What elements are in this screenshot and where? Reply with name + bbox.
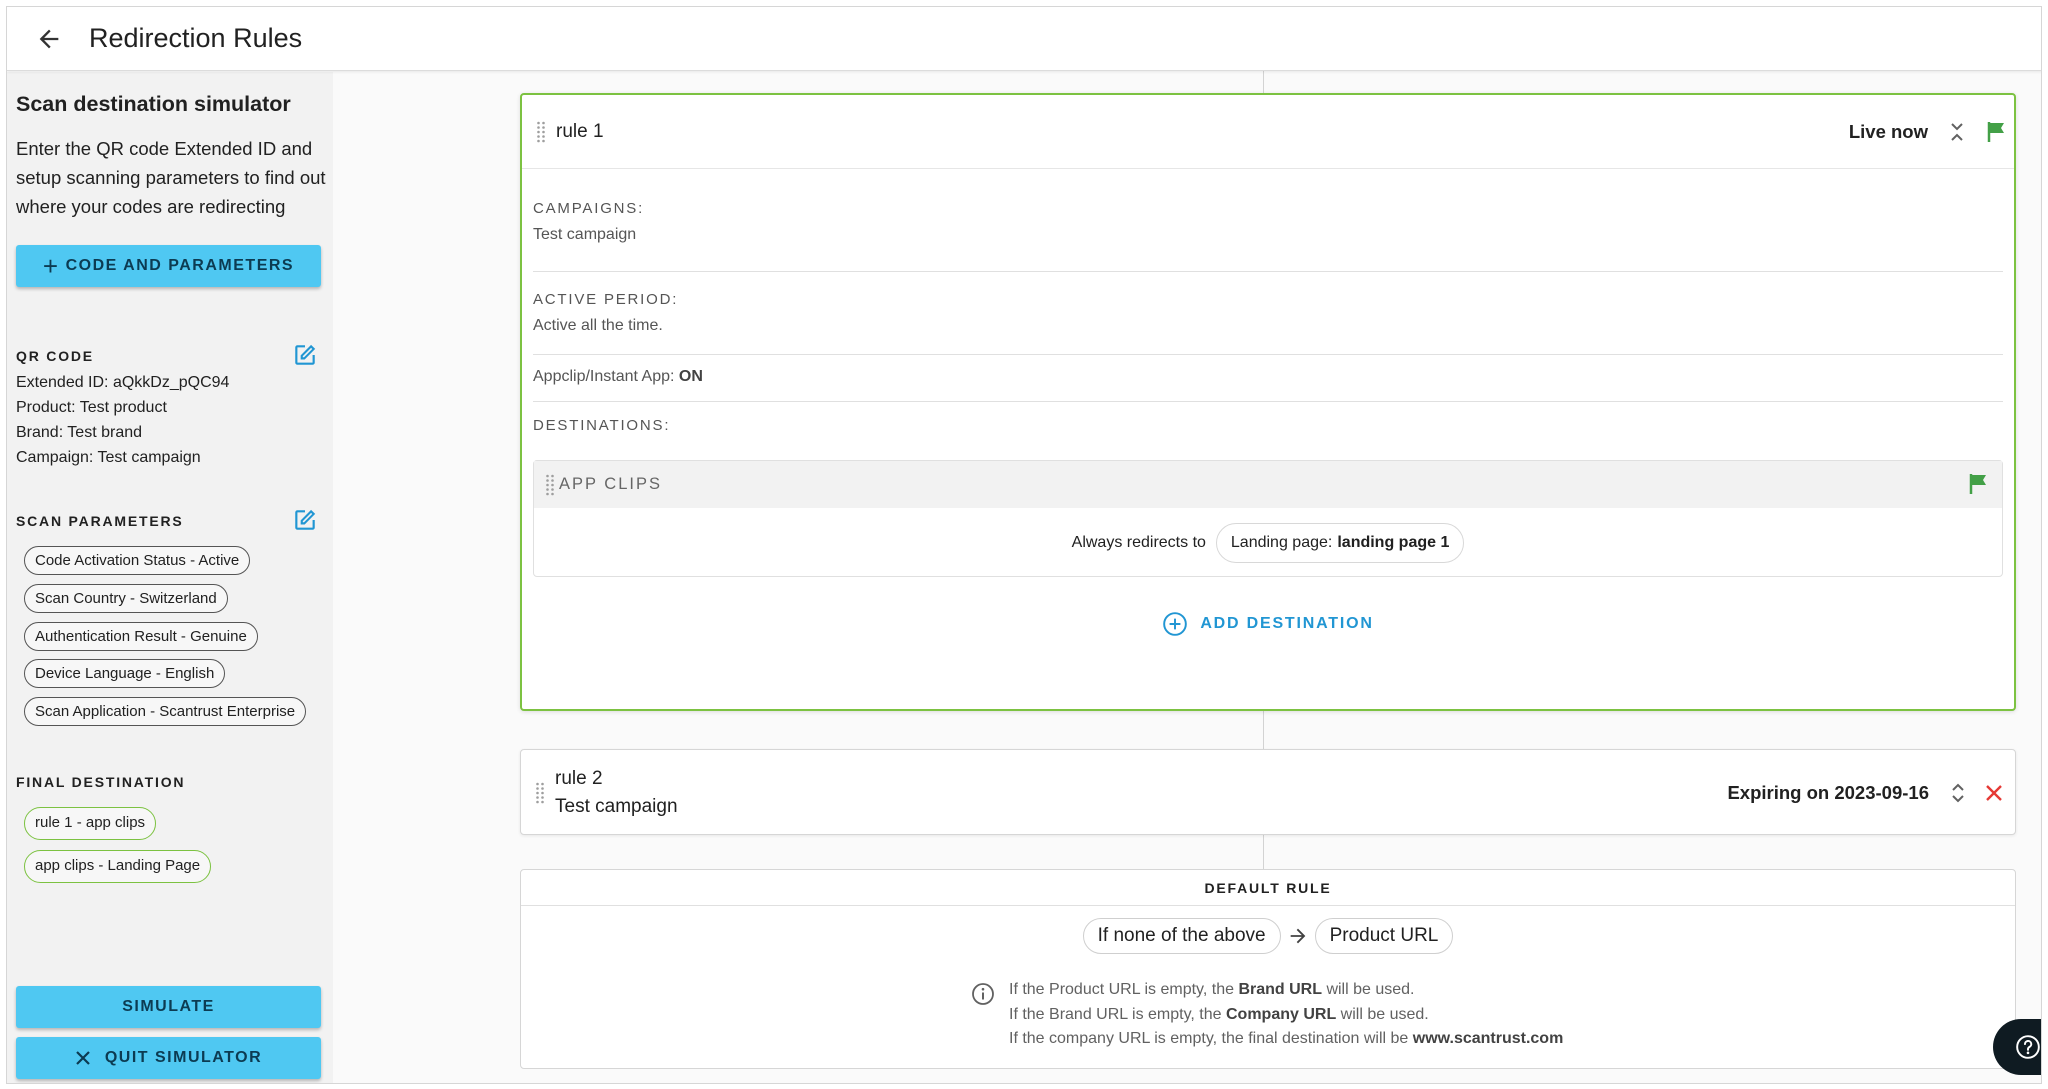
- rule-campaign: Test campaign: [555, 796, 678, 817]
- divider: [533, 271, 2003, 272]
- help-button[interactable]: [1993, 1019, 2041, 1075]
- quit-simulator-label: QUIT SIMULATOR: [104, 1049, 263, 1066]
- arrow-right-icon: [1290, 928, 1305, 944]
- add-destination-label: ADD DESTINATION: [1200, 615, 1374, 632]
- rule-card-rule-1: rule 1 Live now CAMPAIGNS: Test campaign…: [520, 93, 2016, 711]
- extended-id: Extended ID: aQkkDz_pQC94: [16, 374, 230, 391]
- close-icon: [76, 1051, 90, 1065]
- destinations-label: DESTINATIONS:: [533, 417, 671, 434]
- campaigns-label: CAMPAIGNS:: [533, 200, 645, 217]
- scan-parameter-chip[interactable]: Code Activation Status - Active: [24, 546, 251, 575]
- add-circle-icon: [1163, 612, 1188, 636]
- page-title: Redirection Rules: [89, 23, 303, 53]
- info-icon: [972, 983, 994, 1005]
- simulator-description: Enter the QR code Extended ID and setup …: [16, 138, 326, 217]
- default-rule-title: DEFAULT RULE: [521, 870, 2015, 906]
- default-target-chip: Product URL: [1314, 918, 1454, 954]
- simulator-title: Scan destination simulator: [16, 92, 291, 116]
- simulator-sidebar: Scan destination simulator Enter the QR …: [7, 72, 333, 1083]
- default-rule-notes: If the Product URL is empty, the Brand U…: [1009, 978, 1563, 1052]
- top-bar: Redirection Rules: [7, 7, 2041, 71]
- default-condition-chip: If none of the above: [1082, 918, 1281, 954]
- product-name: Product: Test product: [16, 399, 167, 416]
- rule-status: Expiring on 2023-09-16: [1727, 782, 1929, 803]
- default-note: If the company URL is empty, the final d…: [1009, 1030, 1564, 1047]
- rule-status: Live now: [1848, 120, 1928, 142]
- back-button[interactable]: [25, 15, 73, 63]
- divider: [533, 401, 2003, 402]
- scan-parameter-chip[interactable]: Scan Application - Scantrust Enterprise: [24, 697, 307, 726]
- rule-text: rule 2 Test campaign: [555, 768, 678, 818]
- collapse-icon[interactable]: [1948, 121, 1966, 143]
- simulate-label: SIMULATE: [122, 998, 215, 1015]
- scan-parameter-chip[interactable]: Scan Country - Switzerland: [24, 584, 228, 613]
- rule-connector: [1263, 711, 1264, 749]
- campaigns-value: Test campaign: [533, 226, 637, 243]
- appclip-setting: Appclip/Instant App: ON: [533, 368, 703, 386]
- code-and-parameters-label: CODE AND PARAMETERS: [65, 257, 295, 274]
- campaign-name: Campaign: Test campaign: [16, 449, 201, 466]
- appclip-value: ON: [678, 368, 703, 385]
- quit-simulator-button[interactable]: QUIT SIMULATOR: [16, 1037, 321, 1079]
- default-rule-flow: If none of the above Product URL: [521, 918, 2015, 954]
- active-period-value: Active all the time.: [533, 317, 663, 334]
- drag-handle-icon[interactable]: [535, 782, 545, 804]
- divider: [533, 354, 2003, 355]
- destination-redirect-row: Always redirects to Landing page: landin…: [534, 508, 2002, 578]
- destination-title: APP CLIPS: [559, 475, 662, 493]
- back-arrow-icon: [39, 29, 59, 48]
- destination-card-app-clips: APP CLIPS Always redirects to Landing pa…: [533, 460, 2003, 577]
- edit-icon[interactable]: [292, 507, 318, 533]
- brand-name: Brand: Test brand: [16, 424, 143, 441]
- help-icon: [2016, 1035, 2040, 1059]
- expand-icon[interactable]: [1949, 782, 1967, 804]
- default-note: If the Brand URL is empty, the Company U…: [1009, 1005, 1429, 1023]
- destination-header: APP CLIPS: [534, 461, 2002, 508]
- landing-page-prefix: Landing page:: [1230, 534, 1333, 551]
- drag-handle-icon[interactable]: [536, 121, 546, 143]
- qr-code-label: QR CODE: [16, 348, 94, 364]
- rule-header: rule 2 Test campaign Expiring on 2023-09…: [521, 750, 2015, 836]
- flag-icon[interactable]: [1968, 473, 1988, 495]
- active-period-label: ACTIVE PERIOD:: [533, 291, 679, 308]
- scan-parameters-label: SCAN PARAMETERS: [16, 513, 184, 529]
- edit-icon[interactable]: [292, 342, 318, 368]
- simulate-button[interactable]: SIMULATE: [16, 986, 321, 1028]
- landing-page-value: landing page 1: [1337, 534, 1450, 551]
- rule-name: rule 1: [556, 120, 604, 142]
- final-destination-label: FINAL DESTINATION: [16, 774, 186, 790]
- drag-handle-icon[interactable]: [545, 474, 555, 496]
- rule-card-rule-2[interactable]: rule 2 Test campaign Expiring on 2023-09…: [520, 749, 2016, 835]
- final-destination-chip[interactable]: app clips - Landing Page: [24, 850, 212, 883]
- landing-page-chip[interactable]: Landing page: landing page 1: [1215, 523, 1465, 563]
- rule-header: rule 1 Live now: [522, 95, 2014, 169]
- scan-parameter-chip[interactable]: Device Language - English: [24, 659, 226, 688]
- close-icon[interactable]: [1983, 782, 2005, 804]
- plus-icon: +: [42, 251, 60, 281]
- appclip-label: Appclip/Instant App:: [533, 368, 675, 385]
- scan-parameter-chip[interactable]: Authentication Result - Genuine: [24, 622, 258, 651]
- final-destination-chip[interactable]: rule 1 - app clips: [24, 807, 157, 840]
- rule-connector: [1263, 71, 1264, 93]
- add-destination-button[interactable]: ADD DESTINATION: [522, 611, 2014, 637]
- rule-connector: [1263, 835, 1264, 869]
- qr-code-info: Extended ID: aQkkDz_pQC94 Product: Test …: [16, 370, 229, 470]
- default-rule-card: DEFAULT RULE If none of the above Produc…: [520, 869, 2016, 1069]
- default-note: If the Product URL is empty, the Brand U…: [1009, 981, 1415, 998]
- flag-icon[interactable]: [1986, 121, 2006, 143]
- app-window: Redirection Rules Scan destination simul…: [6, 6, 2042, 1084]
- redirect-label: Always redirects to: [1071, 534, 1206, 551]
- code-and-parameters-button[interactable]: + CODE AND PARAMETERS: [16, 245, 321, 287]
- rule-name: rule 2: [555, 768, 603, 789]
